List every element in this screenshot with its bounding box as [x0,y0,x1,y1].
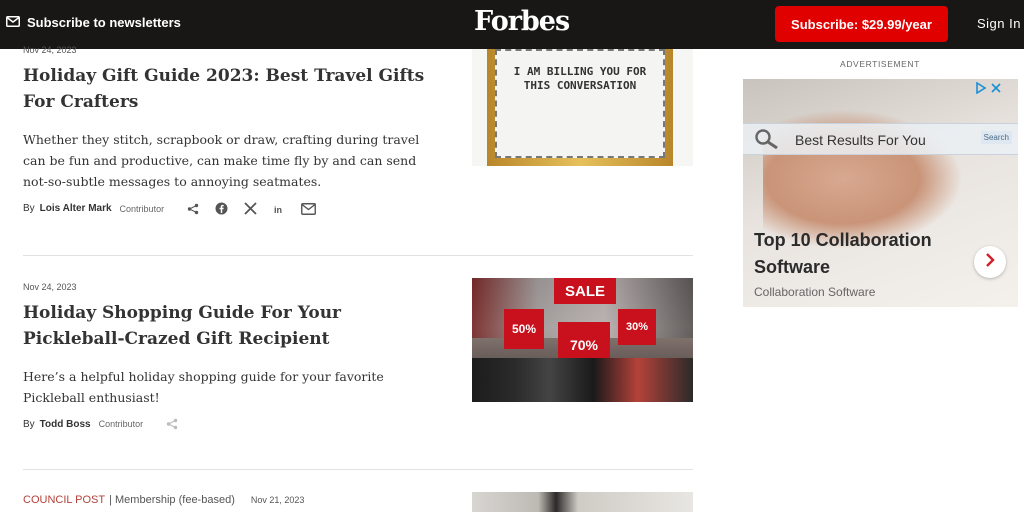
share-bar [166,418,178,430]
newsletter-link[interactable]: Subscribe to newsletters [6,15,181,30]
author-name[interactable]: Todd Boss [40,419,91,430]
article-date: Nov 21, 2023 [250,495,305,505]
article-image[interactable]: I AM BILLING YOU FOR THIS CONVERSATION [472,49,693,166]
by-label: By [23,203,35,214]
membership-label: | Membership (fee-based) [109,494,235,506]
ad-next-button[interactable] [974,246,1006,278]
svg-text:in: in [274,205,282,215]
cross-stitch-text: I AM BILLING YOU FOR THIS CONVERSATION [513,65,647,92]
ad-search-text: Best Results For You [795,132,926,148]
byline: By Lois Alter Mark Contributor in [23,202,443,215]
newsletter-label: Subscribe to newsletters [27,15,181,30]
share-icon[interactable] [187,203,199,215]
share-icon[interactable] [166,418,178,430]
close-ad-icon[interactable] [990,81,1002,99]
ad-subtitle: Collaboration Software [754,285,876,299]
article-image[interactable] [472,492,693,512]
ad-title: Top 10 Collaboration Software [754,230,932,277]
shoppers-crowd [472,358,693,402]
sale-sign: 50% [504,309,544,349]
byline: By Todd Boss Contributor [23,418,443,430]
article-date: Nov 24, 2023 [23,45,77,55]
top-bar: Subscribe to newsletters Forbes Subscrib… [0,0,1024,49]
sale-sign: SALE [554,278,616,304]
mail-icon [6,15,20,30]
council-post-tag[interactable]: COUNCIL POST [23,494,105,506]
email-share-icon[interactable] [301,202,317,215]
author-name[interactable]: Lois Alter Mark [40,203,112,214]
article-card: Nov 24, 2023 Holiday Gift Guide 2023: Be… [23,45,443,215]
picture-frame: I AM BILLING YOU FOR THIS CONVERSATION [487,49,673,166]
author-role: Contributor [98,419,144,429]
ad-search-button: Search [980,131,1012,144]
article-headline[interactable]: Holiday Shopping Guide For Your Pickleba… [23,300,443,352]
forbes-logo[interactable]: Forbes [474,6,570,37]
ad-search-bar: Best Results For You Search [743,123,1018,155]
by-label: By [23,418,35,430]
x-twitter-icon[interactable] [244,202,257,215]
chevron-right-icon [985,252,995,272]
article-summary: Whether they stitch, scrapbook or draw, … [23,132,420,189]
article-headline[interactable]: Holiday Gift Guide 2023: Best Travel Gif… [23,63,443,115]
article-date: Nov 24, 2023 [23,282,77,292]
cross-stitch-canvas: I AM BILLING YOU FOR THIS CONVERSATION [495,49,665,158]
author-role: Contributor [119,203,165,214]
article-card: Nov 24, 2023 Holiday Shopping Guide For … [23,282,443,430]
adchoices-icon[interactable] [975,81,987,99]
ad-banner[interactable]: Best Results For You Search Top 10 Colla… [743,79,1018,307]
divider [23,255,693,256]
ad-choices[interactable] [975,81,1002,99]
article-image[interactable]: SALE 50% 70% 30% [472,278,693,402]
sign-in-link[interactable]: Sign In [977,16,1021,31]
sale-sign: 30% [618,309,656,345]
linkedin-icon[interactable]: in [273,203,285,215]
subscribe-button[interactable]: Subscribe: $29.99/year [775,6,948,42]
facebook-icon[interactable] [215,202,228,215]
ad-label: ADVERTISEMENT [840,59,920,69]
magnifier-icon [754,129,780,154]
article-summary: Here’s a helpful holiday shopping guide … [23,369,384,405]
share-bar: in [187,202,317,215]
divider [23,469,693,470]
article-card: COUNCIL POST | Membership (fee-based) No… [23,494,443,506]
